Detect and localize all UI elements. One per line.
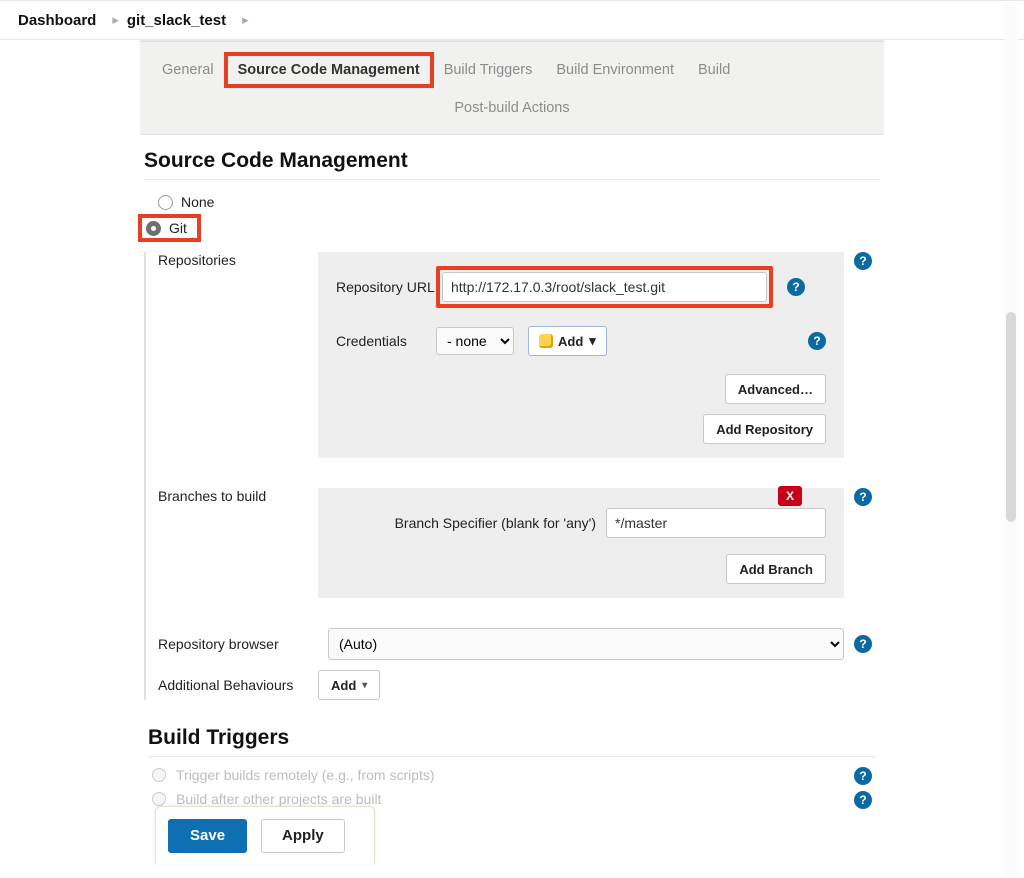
help-icon[interactable]: ? (854, 488, 872, 506)
help-icon[interactable]: ? (854, 767, 872, 785)
label-trigger-remote: Trigger builds remotely (e.g., from scri… (176, 767, 435, 783)
tab-build-environment[interactable]: Build Environment (544, 54, 686, 86)
section-heading-scm: Source Code Management (140, 149, 884, 173)
label-credentials: Credentials (336, 333, 436, 349)
breadcrumb: Dashboard ▸ git_slack_test ▸ (0, 0, 1024, 40)
label-repositories: Repositories (158, 252, 308, 268)
label-repo-url: Repository URL (336, 279, 436, 295)
help-icon[interactable]: ? (787, 278, 805, 296)
config-tab-bar: General Source Code Management Build Tri… (140, 40, 884, 135)
scm-option-git[interactable]: Git (138, 214, 201, 242)
label-additional-behaviours: Additional Behaviours (158, 677, 308, 693)
help-icon[interactable]: ? (808, 332, 826, 350)
radio-icon (158, 195, 173, 210)
branch-specifier-input[interactable] (606, 508, 826, 538)
advanced-button[interactable]: Advanced… (725, 374, 826, 404)
divider (148, 756, 876, 757)
label-repo-browser: Repository browser (158, 636, 318, 652)
add-branch-button[interactable]: Add Branch (726, 554, 826, 584)
add-behaviour-button[interactable]: Add ▾ (318, 670, 380, 700)
save-button[interactable]: Save (168, 819, 247, 853)
branch-block: X Branch Specifier (blank for 'any') Add… (318, 488, 844, 598)
label-branch-specifier: Branch Specifier (blank for 'any') (395, 515, 596, 531)
tab-post-build-actions[interactable]: Post-build Actions (442, 92, 581, 124)
help-icon[interactable]: ? (854, 635, 872, 653)
sticky-footer: Save Apply (155, 806, 375, 864)
breadcrumb-project[interactable]: git_slack_test (127, 12, 226, 29)
section-heading-build-triggers: Build Triggers (144, 726, 880, 750)
scrollbar[interactable] (1004, 2, 1018, 876)
add-repository-button[interactable]: Add Repository (703, 414, 826, 444)
scrollbar-thumb[interactable] (1006, 312, 1016, 522)
repository-block: Repository URL ? Credentials - none - (318, 252, 844, 458)
radio-icon (152, 768, 166, 782)
radio-selected-icon (146, 221, 161, 236)
key-icon (539, 334, 553, 348)
chevron-down-icon: ▾ (362, 680, 367, 691)
chevron-down-icon: ▾ (589, 333, 596, 349)
repo-browser-select[interactable]: (Auto) (328, 628, 844, 660)
delete-branch-button[interactable]: X (778, 486, 802, 506)
radio-label-git: Git (169, 220, 187, 236)
radio-label-none: None (181, 194, 214, 210)
divider (144, 179, 880, 180)
label-build-after: Build after other projects are built (176, 791, 381, 807)
trigger-remote-row[interactable]: Trigger builds remotely (e.g., from scri… (152, 767, 872, 783)
build-after-row[interactable]: Build after other projects are built ? (152, 791, 872, 807)
label-branches: Branches to build (158, 488, 308, 504)
help-icon[interactable]: ? (854, 252, 872, 270)
help-icon[interactable]: ? (854, 791, 872, 809)
repo-url-input[interactable] (442, 272, 767, 302)
button-label: Add (558, 334, 583, 349)
add-credentials-button[interactable]: Add ▾ (528, 326, 607, 356)
breadcrumb-root[interactable]: Dashboard (18, 12, 96, 29)
scm-option-none[interactable]: None (144, 190, 880, 214)
tab-source-code-management[interactable]: Source Code Management (226, 54, 432, 86)
apply-button[interactable]: Apply (261, 819, 345, 853)
tab-general[interactable]: General (150, 54, 226, 86)
tab-build-triggers[interactable]: Build Triggers (432, 54, 545, 86)
tab-build[interactable]: Build (686, 54, 742, 86)
chevron-right-icon: ▸ (242, 12, 249, 28)
credentials-select[interactable]: - none - (436, 327, 514, 355)
radio-icon (152, 792, 166, 806)
chevron-right-icon: ▸ (112, 12, 119, 28)
